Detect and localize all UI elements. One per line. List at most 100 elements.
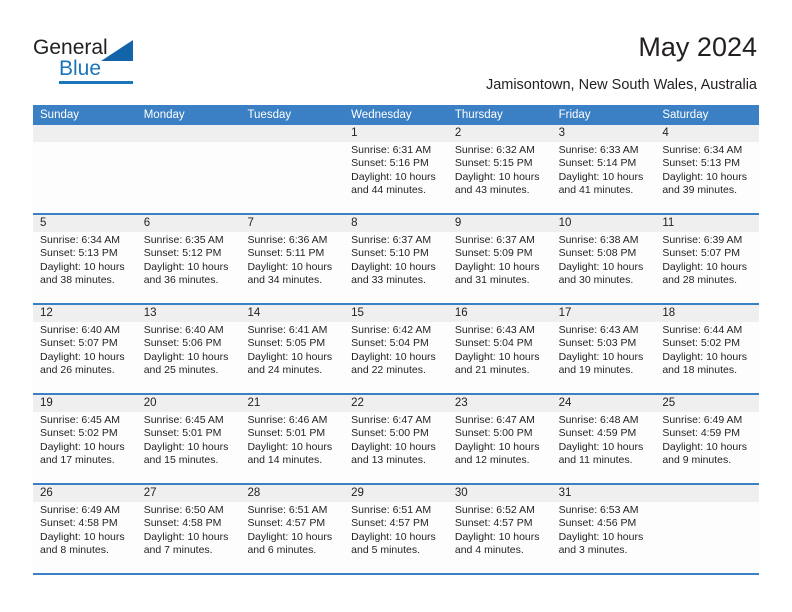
- day-cell[interactable]: Sunrise: 6:43 AM Sunset: 5:04 PM Daylight:…: [448, 322, 552, 393]
- day-cell[interactable]: Sunrise: 6:47 AM Sunset: 5:00 PM Daylight:…: [344, 412, 448, 483]
- day-detail-line: Sunset: 5:05 PM: [247, 337, 326, 350]
- day-detail-line: Daylight: 10 hours: [662, 260, 747, 273]
- day-detail-line: Sunrise: 6:37 AM: [454, 234, 535, 246]
- day-number[interactable]: 5: [33, 215, 137, 232]
- day-number[interactable]: 6: [137, 215, 241, 232]
- day-detail-line: and 3 minutes.: [558, 544, 628, 557]
- day-cell[interactable]: Sunrise: 6:50 AM Sunset: 4:58 PM Daylight:…: [137, 502, 241, 573]
- day-cell[interactable]: Sunrise: 6:40 AM Sunset: 5:06 PM Daylight:…: [137, 322, 241, 393]
- day-detail-line: Sunrise: 6:36 AM: [247, 234, 328, 246]
- page-subtitle: Jamisontown, New South Wales, Australia: [485, 77, 757, 93]
- day-number[interactable]: 29: [344, 485, 448, 502]
- day-detail-line: Daylight: 10 hours: [558, 350, 644, 363]
- calendar-week-row: 1 2 3 4 Sunrise: 6:31 AM Sunset: 5:16 PM Dayli…: [33, 125, 759, 215]
- day-detail-line: Sunrise: 6:34 AM: [40, 234, 120, 246]
- day-detail-line: Daylight: 10 hours: [351, 530, 436, 543]
- day-detail-line: Sunrise: 6:50 AM: [143, 504, 224, 516]
- day-detail-line: and 8 minutes.: [40, 544, 109, 557]
- day-number[interactable]: 3: [552, 125, 656, 142]
- day-number[interactable]: 23: [448, 395, 552, 412]
- day-detail-line: Sunrise: 6:48 AM: [558, 414, 639, 426]
- day-detail-line: Sunset: 4:58 PM: [40, 517, 118, 530]
- day-cell[interactable]: Sunrise: 6:44 AM Sunset: 5:02 PM Daylight:…: [655, 322, 759, 393]
- day-number[interactable]: 26: [33, 485, 137, 502]
- day-detail-line: and 15 minutes.: [143, 454, 219, 467]
- day-number[interactable]: 2: [448, 125, 552, 142]
- day-detail-line: Daylight: 10 hours: [143, 350, 229, 363]
- day-cell[interactable]: Sunrise: 6:37 AM Sunset: 5:10 PM Daylight:…: [344, 232, 448, 303]
- day-cell[interactable]: Sunrise: 6:33 AM Sunset: 5:14 PM Daylight:…: [552, 142, 656, 213]
- day-detail-line: Sunrise: 6:47 AM: [454, 414, 535, 426]
- day-number[interactable]: 13: [137, 305, 241, 322]
- day-number[interactable]: 27: [137, 485, 241, 502]
- day-cell[interactable]: Sunrise: 6:49 AM Sunset: 4:58 PM Daylight:…: [33, 502, 137, 573]
- day-number-empty: [655, 485, 759, 502]
- day-detail-line: Sunrise: 6:43 AM: [454, 324, 535, 336]
- day-detail-line: Sunrise: 6:42 AM: [351, 324, 432, 336]
- day-number[interactable]: 14: [240, 305, 344, 322]
- day-number[interactable]: 4: [655, 125, 759, 142]
- day-cell[interactable]: Sunrise: 6:37 AM Sunset: 5:09 PM Daylight:…: [448, 232, 552, 303]
- day-number[interactable]: 21: [240, 395, 344, 412]
- day-number[interactable]: 25: [655, 395, 759, 412]
- day-cell[interactable]: Sunrise: 6:42 AM Sunset: 5:04 PM Daylight:…: [344, 322, 448, 393]
- day-detail-line: Daylight: 10 hours: [558, 170, 644, 183]
- day-detail-line: and 26 minutes.: [40, 364, 115, 377]
- day-cell[interactable]: Sunrise: 6:32 AM Sunset: 5:15 PM Daylight:…: [448, 142, 552, 213]
- day-number[interactable]: 17: [552, 305, 656, 322]
- day-number[interactable]: 16: [448, 305, 552, 322]
- day-number[interactable]: 30: [448, 485, 552, 502]
- day-number[interactable]: 19: [33, 395, 137, 412]
- day-cell[interactable]: Sunrise: 6:43 AM Sunset: 5:03 PM Daylight:…: [552, 322, 656, 393]
- day-number[interactable]: 11: [655, 215, 759, 232]
- day-cell[interactable]: Sunrise: 6:52 AM Sunset: 4:57 PM Daylight:…: [448, 502, 552, 573]
- day-number[interactable]: 28: [240, 485, 344, 502]
- day-detail-line: Sunrise: 6:33 AM: [558, 144, 639, 156]
- day-detail-line: Sunrise: 6:39 AM: [662, 234, 743, 246]
- day-cell[interactable]: Sunrise: 6:46 AM Sunset: 5:01 PM Daylight:…: [240, 412, 344, 483]
- day-cell[interactable]: Sunrise: 6:51 AM Sunset: 4:57 PM Daylight:…: [240, 502, 344, 573]
- day-cell[interactable]: Sunrise: 6:31 AM Sunset: 5:16 PM Daylight:…: [344, 142, 448, 213]
- weekday-header-friday: Friday: [558, 109, 591, 121]
- day-cell[interactable]: Sunrise: 6:45 AM Sunset: 5:01 PM Daylight:…: [137, 412, 241, 483]
- calendar-week-row: 26 27 28 29 30 31 Sunrise: 6:49 AM Sunset: 4:58…: [33, 485, 759, 575]
- day-detail-line: Daylight: 10 hours: [662, 440, 747, 453]
- day-number[interactable]: 10: [552, 215, 656, 232]
- day-number[interactable]: 15: [344, 305, 448, 322]
- day-number[interactable]: 8: [344, 215, 448, 232]
- day-number[interactable]: 22: [344, 395, 448, 412]
- day-cell[interactable]: Sunrise: 6:34 AM Sunset: 5:13 PM Daylight:…: [655, 142, 759, 213]
- day-cell[interactable]: Sunrise: 6:47 AM Sunset: 5:00 PM Daylight:…: [448, 412, 552, 483]
- day-number[interactable]: 9: [448, 215, 552, 232]
- day-number[interactable]: 12: [33, 305, 137, 322]
- day-detail-line: Sunset: 5:12 PM: [143, 247, 222, 260]
- day-cell[interactable]: Sunrise: 6:51 AM Sunset: 4:57 PM Daylight:…: [344, 502, 448, 573]
- day-cell[interactable]: Sunrise: 6:38 AM Sunset: 5:08 PM Daylight:…: [552, 232, 656, 303]
- day-number[interactable]: 31: [552, 485, 656, 502]
- day-detail-line: Daylight: 10 hours: [247, 530, 333, 543]
- day-number[interactable]: 18: [655, 305, 759, 322]
- day-cell[interactable]: Sunrise: 6:41 AM Sunset: 5:05 PM Daylight:…: [240, 322, 344, 393]
- day-cell[interactable]: Sunrise: 6:40 AM Sunset: 5:07 PM Daylight:…: [33, 322, 137, 393]
- day-cell[interactable]: Sunrise: 6:34 AM Sunset: 5:13 PM Daylight:…: [33, 232, 137, 303]
- day-cell[interactable]: Sunrise: 6:49 AM Sunset: 4:59 PM Daylight:…: [655, 412, 759, 483]
- day-detail-line: Daylight: 10 hours: [40, 530, 125, 543]
- day-detail-line: Sunset: 4:57 PM: [247, 517, 326, 530]
- day-detail-line: and 22 minutes.: [351, 364, 426, 377]
- day-number[interactable]: 1: [344, 125, 448, 142]
- day-cell[interactable]: Sunrise: 6:35 AM Sunset: 5:12 PM Daylight:…: [137, 232, 241, 303]
- day-number[interactable]: 24: [552, 395, 656, 412]
- day-detail-line: and 6 minutes.: [247, 544, 317, 557]
- day-number[interactable]: 7: [240, 215, 344, 232]
- day-detail-line: Daylight: 10 hours: [351, 440, 436, 453]
- day-cell[interactable]: Sunrise: 6:48 AM Sunset: 4:59 PM Daylight:…: [552, 412, 656, 483]
- day-detail-line: Sunrise: 6:49 AM: [40, 504, 120, 516]
- day-cell[interactable]: Sunrise: 6:36 AM Sunset: 5:11 PM Daylight:…: [240, 232, 344, 303]
- day-cell-empty: [655, 502, 759, 573]
- day-detail-line: and 38 minutes.: [40, 274, 115, 287]
- day-number[interactable]: 20: [137, 395, 241, 412]
- day-cell[interactable]: Sunrise: 6:45 AM Sunset: 5:02 PM Daylight:…: [33, 412, 137, 483]
- day-cell[interactable]: Sunrise: 6:39 AM Sunset: 5:07 PM Daylight:…: [655, 232, 759, 303]
- day-cell[interactable]: Sunrise: 6:53 AM Sunset: 4:56 PM Daylight:…: [552, 502, 656, 573]
- general-blue-logo[interactable]: General Blue: [33, 36, 213, 88]
